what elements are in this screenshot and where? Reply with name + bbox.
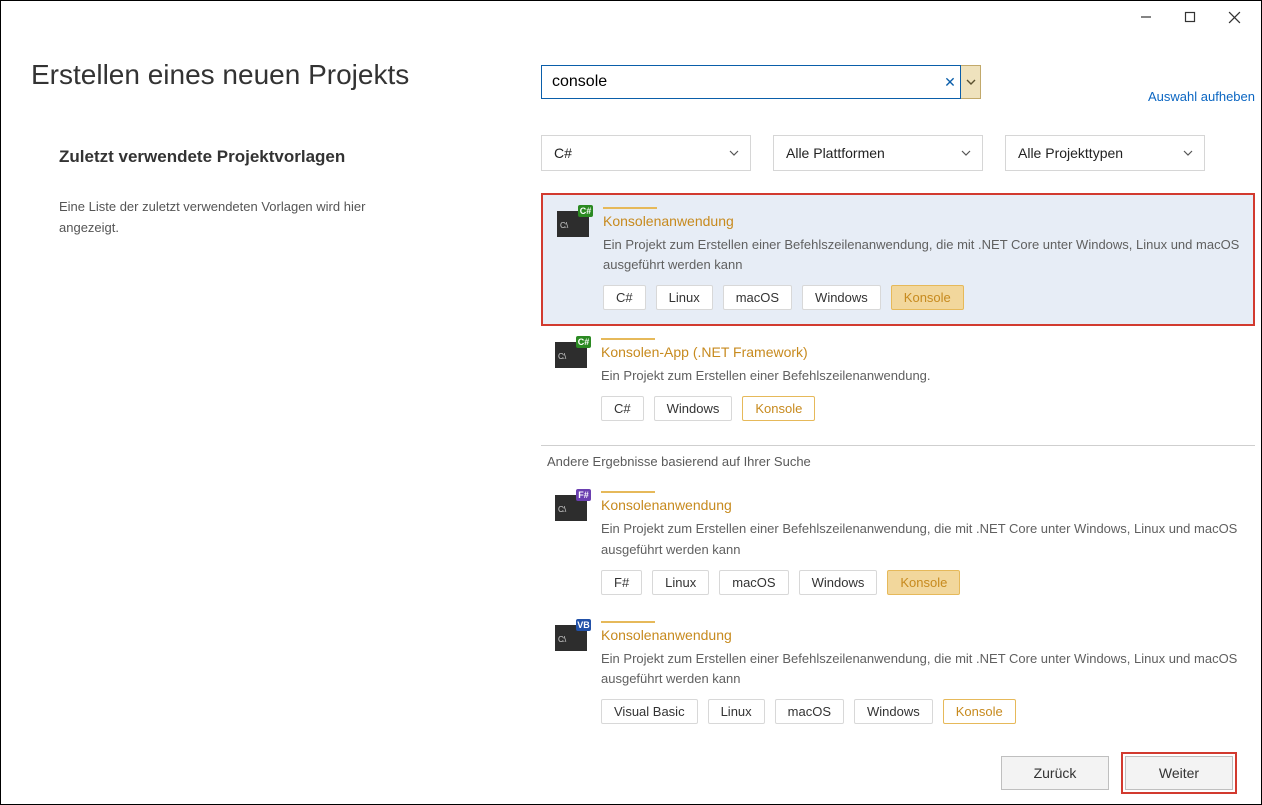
recent-templates-empty-text: Eine Liste der zuletzt verwendeten Vorla… <box>59 197 379 239</box>
template-tag: Windows <box>854 699 933 724</box>
template-results: C:\ C# Konsolenanwendung Ein Projekt zum… <box>541 193 1255 738</box>
filter-platform-value: Alle Plattformen <box>786 145 885 161</box>
console-app-icon: C:\ C# <box>555 342 587 368</box>
clear-search-icon[interactable]: ✕ <box>939 65 961 99</box>
chevron-down-icon <box>960 148 972 158</box>
template-name: Konsolen-App (.NET Framework) <box>601 344 1247 360</box>
template-name: Konsolenanwendung <box>601 627 1247 643</box>
template-item[interactable]: C:\ C# Konsolenanwendung Ein Projekt zum… <box>541 193 1255 326</box>
csharp-badge-icon: C# <box>578 205 593 217</box>
search-dropdown-button[interactable] <box>961 65 981 99</box>
template-description: Ein Projekt zum Erstellen einer Befehlsz… <box>601 519 1247 559</box>
template-item[interactable]: C:\ C# Konsolen-App (.NET Framework) Ein… <box>541 326 1255 435</box>
chevron-down-icon <box>728 148 740 158</box>
template-item[interactable]: C:\ VB Konsolenanwendung Ein Projekt zum… <box>541 609 1255 738</box>
next-button[interactable]: Weiter <box>1125 756 1233 790</box>
filter-language-value: C# <box>554 145 572 161</box>
filter-platform[interactable]: Alle Plattformen <box>773 135 983 171</box>
page-title: Erstellen eines neuen Projekts <box>31 59 409 91</box>
template-tag: Windows <box>802 285 881 310</box>
template-description: Ein Projekt zum Erstellen einer Befehlsz… <box>601 649 1247 689</box>
recent-templates-heading: Zuletzt verwendete Projektvorlagen <box>59 147 345 167</box>
csharp-badge-icon: C# <box>576 336 591 348</box>
template-tag: C# <box>603 285 646 310</box>
template-tag: Linux <box>652 570 709 595</box>
minimize-button[interactable] <box>1133 7 1159 27</box>
template-tag: macOS <box>775 699 844 724</box>
chevron-down-icon <box>1182 148 1194 158</box>
template-tag: Konsole <box>742 396 815 421</box>
template-tag: C# <box>601 396 644 421</box>
template-tag: Konsole <box>891 285 964 310</box>
results-divider <box>541 445 1255 446</box>
template-item[interactable]: C:\ F# Konsolenanwendung Ein Projekt zum… <box>541 479 1255 608</box>
template-tag: macOS <box>719 570 788 595</box>
template-description: Ein Projekt zum Erstellen einer Befehlsz… <box>601 366 1247 386</box>
template-tag: Konsole <box>943 699 1016 724</box>
fsharp-badge-icon: F# <box>576 489 591 501</box>
accent-rule <box>601 491 655 493</box>
clear-selection-link[interactable]: Auswahl aufheben <box>1148 89 1255 104</box>
filter-project-type-value: Alle Projekttypen <box>1018 145 1123 161</box>
accent-rule <box>603 207 657 209</box>
console-app-icon: C:\ C# <box>557 211 589 237</box>
console-app-icon: C:\ F# <box>555 495 587 521</box>
filter-language[interactable]: C# <box>541 135 751 171</box>
back-button[interactable]: Zurück <box>1001 756 1109 790</box>
maximize-button[interactable] <box>1177 7 1203 27</box>
vb-badge-icon: VB <box>576 619 591 631</box>
template-name: Konsolenanwendung <box>603 213 1245 229</box>
template-tag: macOS <box>723 285 792 310</box>
template-name: Konsolenanwendung <box>601 497 1247 513</box>
close-button[interactable] <box>1221 7 1247 27</box>
template-tag: Visual Basic <box>601 699 698 724</box>
accent-rule <box>601 338 655 340</box>
template-tag: Konsole <box>887 570 960 595</box>
template-description: Ein Projekt zum Erstellen einer Befehlsz… <box>603 235 1245 275</box>
template-tag: Windows <box>654 396 733 421</box>
template-tag: Windows <box>799 570 878 595</box>
template-tag: F# <box>601 570 642 595</box>
console-app-icon: C:\ VB <box>555 625 587 651</box>
template-tag: Linux <box>708 699 765 724</box>
template-search-input[interactable] <box>541 65 961 99</box>
accent-rule <box>601 621 655 623</box>
filter-project-type[interactable]: Alle Projekttypen <box>1005 135 1205 171</box>
template-tag: Linux <box>656 285 713 310</box>
other-results-label: Andere Ergebnisse basierend auf Ihrer Su… <box>547 454 1255 469</box>
